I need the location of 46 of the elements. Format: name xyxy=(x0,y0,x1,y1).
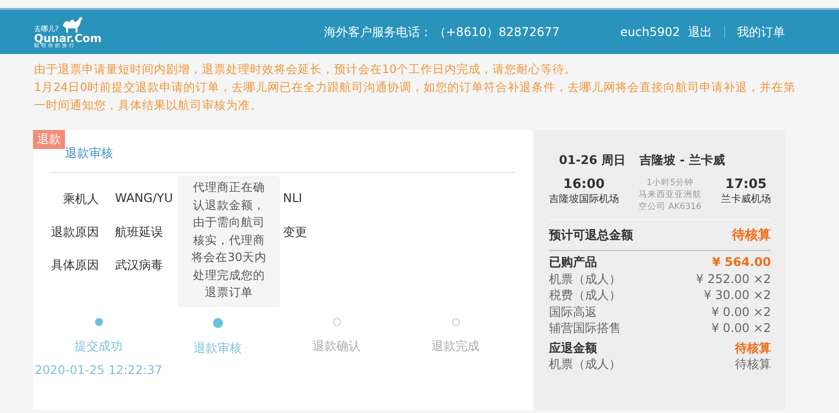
section-amount: ¥ 564.00 xyxy=(712,254,771,270)
item-label: 国际高返 xyxy=(549,304,597,320)
my-orders-link[interactable]: 我的订单 xyxy=(737,24,785,40)
hotline-label: 海外客户服务电话： xyxy=(324,24,432,40)
item-amount: ¥ 0.00 ×2 xyxy=(711,320,771,336)
username: euch5902 xyxy=(620,25,680,39)
notice-text: 1月24日0时前提交退款申请的订单，去哪儿网已在全力跟航司沟通协调，如您的订单符合补退条件，去哪儿网将会直接向航司申请补退，并在第一时间通知您，具体结果以航司审核为准。 xyxy=(34,79,796,114)
item-amount: ¥ 252.00 ×2 xyxy=(696,270,771,287)
item-amount: 待核算 xyxy=(735,356,771,372)
airline-flight-number: 马来西亚亚洲航空公司 AK6316 xyxy=(638,189,702,213)
flight-route: 吉隆坡 - 兰卡威 xyxy=(640,152,725,169)
item-label: 机票（成人） xyxy=(549,270,621,287)
field-label: 退款原因 xyxy=(50,224,99,241)
field-label: 乘机人 xyxy=(62,191,99,208)
step-time: 2020-01-25 12:22:37 xyxy=(34,363,162,377)
notice-text: 由于退票申请量短时间内剧增，退票处理时效将会延长，预计会在10个工作日内完成，请您耐心等待。 xyxy=(34,61,578,78)
field-value: 航班延误 xyxy=(115,224,164,241)
step-label: 退款完成 xyxy=(432,338,480,355)
item-amount: ¥ 0.00 ×2 xyxy=(711,304,771,320)
tooltip: 代理商正在确认退款金额，由于需向航司核实，代理商将会在30天内处理完成您的退票订单 xyxy=(179,177,279,306)
section-label: 应退金额 xyxy=(549,340,597,356)
item-label: 机票（成人） xyxy=(549,356,621,372)
section-label: 已购产品 xyxy=(549,254,597,270)
estimate-value: 待核算 xyxy=(732,227,771,244)
field-label: 具体原因 xyxy=(50,257,99,274)
flight-duration: 1小时5分钟 xyxy=(646,177,694,189)
step-label: 提交成功 xyxy=(74,338,122,355)
logo-wordmark: Qunar.Com xyxy=(34,33,103,44)
step-label: 退款确认 xyxy=(312,338,360,355)
logout-link[interactable]: 退出 xyxy=(688,24,712,40)
item-label: 辅营国际搭售 xyxy=(549,320,621,336)
depart-airport: 吉隆坡国际机场 xyxy=(549,192,619,206)
arrive-time: 17:05 xyxy=(725,177,767,192)
section-amount: 待核算 xyxy=(735,340,771,356)
item-label: 税费（成人） xyxy=(549,287,621,304)
depart-time: 16:00 xyxy=(563,177,605,192)
step-label: 退款审核 xyxy=(194,340,242,357)
arrive-airport: 兰卡威机场 xyxy=(721,192,771,206)
item-amount: ¥ 30.00 ×2 xyxy=(704,287,771,304)
field-value: 武汉病毒 xyxy=(115,257,164,274)
flight-date: 01-26 周日 xyxy=(559,152,626,169)
hotline-number: （+8610）82872677 xyxy=(434,24,560,40)
field-value: NLI xyxy=(283,191,302,207)
field-value: 变更 xyxy=(283,224,307,241)
field-value: WANG/YU xyxy=(115,191,174,207)
estimate-label: 预计可退总金额 xyxy=(549,226,633,244)
